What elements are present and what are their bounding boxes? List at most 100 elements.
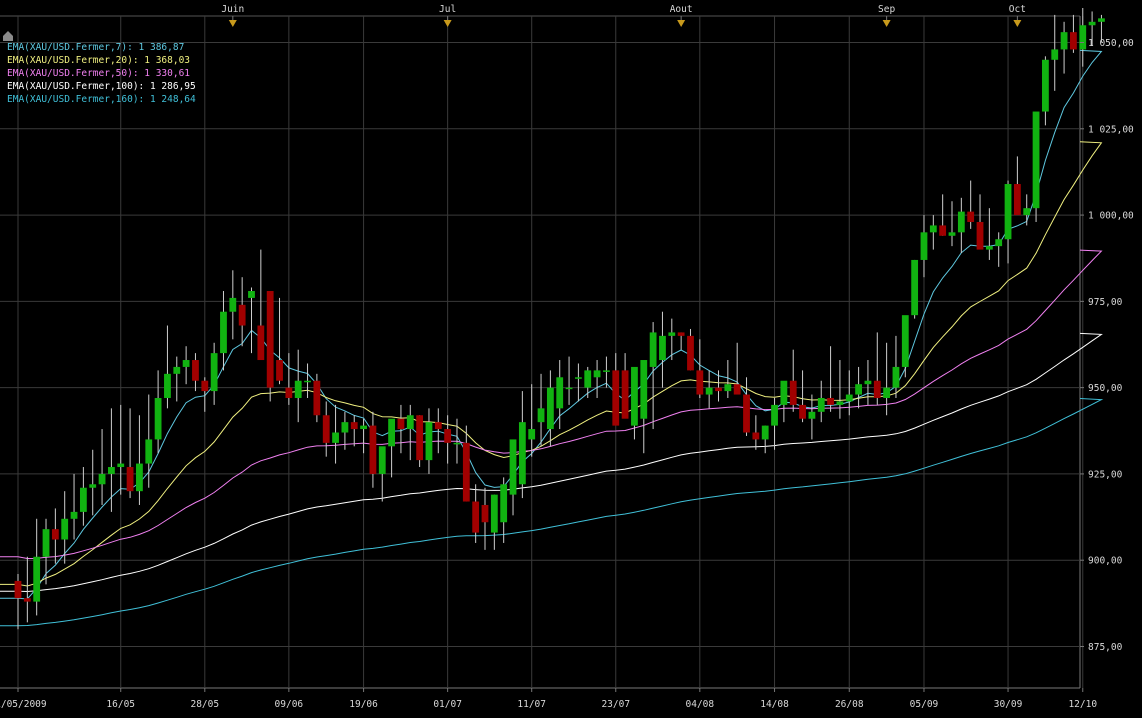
x-tick-label: 26/08: [835, 699, 864, 710]
candle-body: [416, 415, 424, 461]
candle-body: [537, 408, 545, 423]
candle-body: [976, 221, 984, 250]
y-tick-label: 875,00: [1088, 642, 1123, 653]
candle-body: [724, 384, 732, 392]
candle-body: [98, 473, 106, 485]
y-tick-label: 1 050,00: [1088, 38, 1134, 49]
candle-body: [584, 370, 592, 388]
candle-body: [79, 487, 87, 512]
x-tick-label: 30/09: [994, 699, 1023, 710]
x-tick-label: 12/10: [1068, 699, 1097, 710]
candle-body: [612, 370, 620, 426]
candle-body: [238, 304, 246, 326]
candle-body: [481, 504, 489, 523]
candle-body: [873, 380, 881, 398]
candle-body: [173, 366, 181, 374]
y-tick-label: 1 025,00: [1088, 124, 1134, 135]
candle-body: [929, 225, 937, 233]
candle-body: [546, 387, 554, 430]
candle-body: [285, 387, 293, 398]
candle-body: [743, 394, 750, 433]
candle-body: [789, 380, 797, 405]
candle-body: [892, 366, 900, 388]
candle-body: [593, 370, 601, 378]
candle-body: [360, 425, 367, 430]
candle-body: [201, 380, 209, 392]
x-tick-label: 04/08: [686, 699, 715, 710]
candle-body: [967, 211, 975, 222]
candle-body: [518, 422, 526, 485]
candle-body: [649, 332, 657, 367]
candle-body: [61, 518, 69, 540]
candle-body: [490, 494, 498, 533]
candle-body: [715, 387, 722, 392]
candle-body: [780, 380, 788, 405]
candle-body: [472, 501, 480, 533]
candle-body: [1042, 59, 1049, 112]
candle-body: [836, 401, 844, 405]
candle-body: [453, 442, 461, 445]
candle-body: [668, 332, 676, 336]
candle-body: [883, 387, 891, 398]
candle-body: [304, 380, 311, 383]
candle-body: [911, 259, 919, 316]
candle-body: [182, 360, 190, 367]
candle-body: [733, 384, 741, 395]
candle-body: [341, 422, 349, 433]
candle-body: [42, 529, 50, 557]
candle-body: [901, 315, 909, 367]
candle-body: [1013, 184, 1021, 216]
candle-body: [705, 387, 713, 395]
candle-body: [528, 429, 536, 440]
legend-entry: EMA(XAU/USD.Fermer,50): 1 330,61: [7, 68, 191, 79]
candle-body: [14, 580, 22, 599]
month-label: Jul: [439, 4, 456, 15]
candle-body: [117, 463, 125, 468]
candle-body: [322, 415, 330, 443]
candle-body: [799, 404, 806, 419]
candle-body: [33, 556, 41, 602]
candle-body: [1079, 25, 1087, 50]
candle-body: [659, 335, 666, 361]
candle-body: [1098, 18, 1105, 22]
candle-body: [248, 291, 255, 298]
candle-body: [631, 366, 638, 426]
candle-body: [276, 360, 283, 381]
x-tick-label: 11/07: [517, 699, 546, 710]
candle-body: [266, 291, 274, 388]
candle-body: [985, 246, 993, 250]
chart-svg: 1 050,00 1 025,00 1 000,00 975,00 950,00 925,…: [0, 0, 1142, 714]
candle-body: [845, 394, 853, 402]
candle-body: [444, 429, 452, 443]
candle-body: [920, 232, 928, 260]
candle-body: [145, 439, 153, 464]
candle-body: [575, 377, 582, 379]
candle-body: [556, 377, 564, 409]
candle-body: [1088, 21, 1096, 26]
y-tick-label: 900,00: [1088, 556, 1123, 567]
candle-body: [509, 439, 517, 495]
month-label: Sep: [878, 4, 895, 15]
candle-body: [425, 422, 433, 461]
candle-body: [1032, 111, 1040, 209]
legend-entry: EMA(XAU/USD.Fermer,20): 1 368,03: [7, 55, 191, 66]
candle-body: [687, 335, 694, 371]
y-tick-label: 925,00: [1088, 469, 1123, 480]
candle-body: [294, 380, 302, 398]
candle-body: [164, 373, 171, 398]
candle-body: [640, 360, 648, 419]
legend: EMA(XAU/USD.Fermer,7): 1 386,87 EMA(XAU/U…: [7, 41, 196, 106]
candle-body: [350, 422, 358, 430]
candle-body: [603, 370, 610, 372]
candle-body: [220, 311, 227, 354]
x-tick-label: 19/06: [349, 699, 378, 710]
candle-body: [677, 332, 685, 336]
candle-body: [1070, 32, 1077, 50]
candle-body: [108, 467, 115, 474]
candle-body: [397, 418, 405, 430]
chart-area: 1 050,00 1 025,00 1 000,00 975,00 950,00 925,…: [0, 0, 1142, 714]
candle-body: [827, 397, 834, 405]
candle-body: [406, 415, 414, 430]
candle-body: [696, 370, 704, 395]
candle-body: [136, 463, 143, 492]
